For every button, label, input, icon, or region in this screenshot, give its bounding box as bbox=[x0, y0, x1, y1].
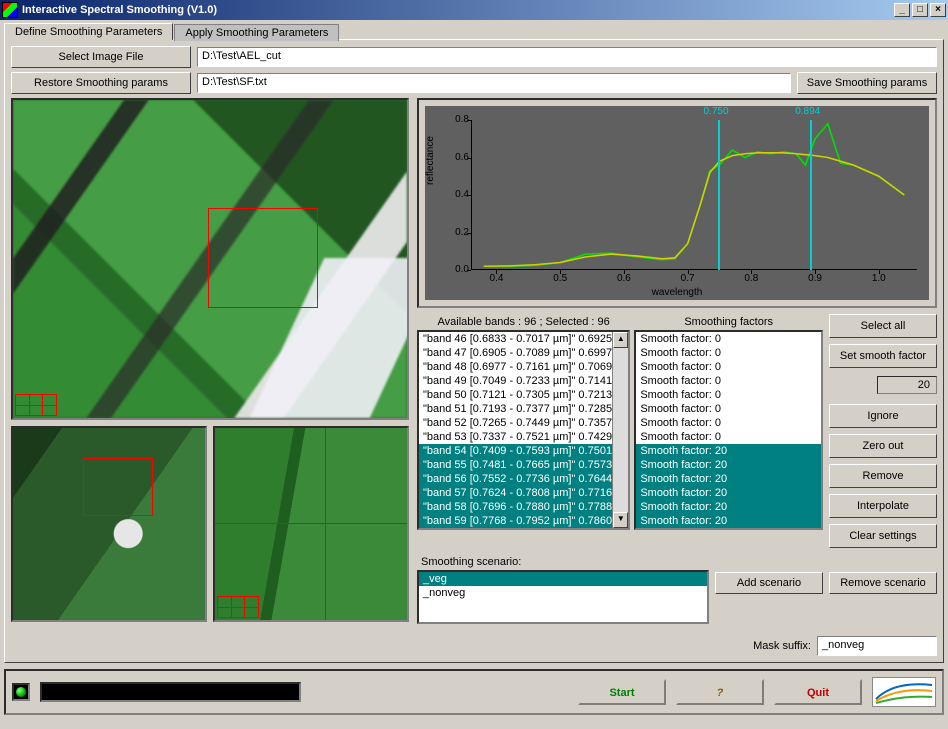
list-item[interactable]: Smooth factor: 20 bbox=[636, 486, 821, 500]
zoom-image bbox=[215, 428, 407, 620]
selection-box[interactable] bbox=[208, 208, 318, 308]
title-bar: Interactive Spectral Smoothing (V1.0) _ … bbox=[0, 0, 948, 20]
list-item[interactable]: "band 58 [0.7696 - 0.7880 µm]" 0.778800 bbox=[419, 500, 628, 514]
quit-button[interactable]: Quit bbox=[774, 679, 862, 705]
list-item[interactable]: Smooth factor: 0 bbox=[636, 430, 821, 444]
list-item[interactable]: Smooth factor: 0 bbox=[636, 402, 821, 416]
set-smooth-factor-button[interactable]: Set smooth factor bbox=[829, 344, 937, 368]
list-item[interactable]: _veg bbox=[419, 572, 707, 586]
progress-bar bbox=[40, 682, 301, 702]
overview-image bbox=[13, 428, 205, 620]
ignore-button[interactable]: Ignore bbox=[829, 404, 937, 428]
list-item[interactable]: "band 48 [0.6977 - 0.7161 µm]" 0.706900 bbox=[419, 360, 628, 374]
scenario-label: Smoothing scenario: bbox=[417, 554, 709, 570]
restore-params-button[interactable]: Restore Smoothing params bbox=[11, 72, 191, 94]
select-all-button[interactable]: Select all bbox=[829, 314, 937, 338]
list-item[interactable]: "band 50 [0.7121 - 0.7305 µm]" 0.721300 bbox=[419, 388, 628, 402]
params-path-field[interactable]: D:\Test\SF.txt bbox=[197, 73, 791, 93]
zoom-grid-icon bbox=[217, 596, 259, 618]
minimize-button[interactable]: _ bbox=[894, 3, 910, 17]
zero-out-button[interactable]: Zero out bbox=[829, 434, 937, 458]
bands-count-label: Available bands : 96 ; Selected : 96 bbox=[417, 314, 630, 330]
list-item[interactable]: "band 51 [0.7193 - 0.7377 µm]" 0.728500 bbox=[419, 402, 628, 416]
pixel-grid-icon bbox=[15, 394, 57, 416]
list-item[interactable]: Smooth factor: 0 bbox=[636, 346, 821, 360]
image-main[interactable] bbox=[11, 98, 409, 420]
app-icon bbox=[2, 2, 18, 18]
list-item[interactable]: Smooth factor: 20 bbox=[636, 514, 821, 528]
image-path-field[interactable]: D:\Test\AEL_cut bbox=[197, 47, 937, 67]
list-item[interactable]: "band 56 [0.7552 - 0.7736 µm]" 0.764400 bbox=[419, 472, 628, 486]
tab-panel: Select Image File D:\Test\AEL_cut Restor… bbox=[4, 39, 944, 663]
chart-marker-label: 0.750 bbox=[703, 106, 728, 117]
list-item[interactable]: Smooth factor: 0 bbox=[636, 388, 821, 402]
mask-suffix-input[interactable]: _nonveg bbox=[817, 636, 937, 656]
smooth-factors-label: Smoothing factors bbox=[634, 314, 823, 330]
image-overview[interactable] bbox=[11, 426, 207, 622]
save-params-button[interactable]: Save Smoothing params bbox=[797, 72, 937, 94]
chart-marker[interactable] bbox=[718, 120, 720, 270]
scenario-listbox[interactable]: _veg_nonveg bbox=[417, 570, 709, 624]
mask-suffix-label: Mask suffix: bbox=[753, 640, 811, 652]
list-item[interactable]: "band 47 [0.6905 - 0.7089 µm]" 0.699700 bbox=[419, 346, 628, 360]
list-item[interactable]: Smooth factor: 0 bbox=[636, 360, 821, 374]
list-item[interactable]: "band 52 [0.7265 - 0.7449 µm]" 0.735700 bbox=[419, 416, 628, 430]
image-zoom[interactable] bbox=[213, 426, 409, 622]
add-scenario-button[interactable]: Add scenario bbox=[715, 572, 823, 594]
list-item[interactable]: Smooth factor: 20 bbox=[636, 444, 821, 458]
tab-apply[interactable]: Apply Smoothing Parameters bbox=[174, 24, 339, 41]
tab-define[interactable]: Define Smoothing Parameters bbox=[4, 23, 173, 40]
scroll-up-icon[interactable]: ▲ bbox=[613, 332, 628, 348]
reflectance-chart[interactable]: reflectance wavelength 0.00.20.40.60.80.… bbox=[425, 106, 929, 300]
list-item[interactable]: "band 55 [0.7481 - 0.7665 µm]" 0.757300 bbox=[419, 458, 628, 472]
scroll-down-icon[interactable]: ▼ bbox=[613, 512, 628, 528]
list-item[interactable]: "band 57 [0.7624 - 0.7808 µm]" 0.771600 bbox=[419, 486, 628, 500]
interpolate-button[interactable]: Interpolate bbox=[829, 494, 937, 518]
crosshair-h bbox=[215, 523, 407, 524]
list-item[interactable]: "band 54 [0.7409 - 0.7593 µm]" 0.750100 bbox=[419, 444, 628, 458]
clear-settings-button[interactable]: Clear settings bbox=[829, 524, 937, 548]
footer-panel: Start ? Quit bbox=[4, 669, 944, 715]
list-item[interactable]: Smooth factor: 20 bbox=[636, 472, 821, 486]
list-item[interactable]: _nonveg bbox=[419, 586, 707, 600]
window-title: Interactive Spectral Smoothing (V1.0) bbox=[22, 4, 892, 16]
close-button[interactable]: × bbox=[930, 3, 946, 17]
list-item[interactable]: "band 53 [0.7337 - 0.7521 µm]" 0.742900 bbox=[419, 430, 628, 444]
start-button[interactable]: Start bbox=[578, 679, 666, 705]
status-led bbox=[12, 683, 30, 701]
smooth-factor-input[interactable]: 20 bbox=[877, 376, 937, 394]
list-item[interactable]: "band 59 [0.7768 - 0.7952 µm]" 0.786000 bbox=[419, 514, 628, 528]
list-item[interactable]: Smooth factor: 20 bbox=[636, 458, 821, 472]
logo-icon bbox=[872, 677, 936, 707]
chart-marker-label: 0.894 bbox=[795, 106, 820, 117]
smooth-factors-listbox[interactable]: Smooth factor: 0Smooth factor: 0Smooth f… bbox=[634, 330, 823, 530]
crosshair-v bbox=[325, 428, 326, 620]
remove-button[interactable]: Remove bbox=[829, 464, 937, 488]
chart-panel: reflectance wavelength 0.00.20.40.60.80.… bbox=[417, 98, 937, 308]
list-item[interactable]: Smooth factor: 20 bbox=[636, 500, 821, 514]
overview-selection[interactable] bbox=[83, 458, 153, 516]
select-image-button[interactable]: Select Image File bbox=[11, 46, 191, 68]
list-item[interactable]: Smooth factor: 0 bbox=[636, 416, 821, 430]
help-button[interactable]: ? bbox=[676, 679, 764, 705]
chart-marker[interactable] bbox=[810, 120, 812, 270]
remove-scenario-button[interactable]: Remove scenario bbox=[829, 572, 937, 594]
list-item[interactable]: Smooth factor: 0 bbox=[636, 374, 821, 388]
maximize-button[interactable]: □ bbox=[912, 3, 928, 17]
list-item[interactable]: "band 46 [0.6833 - 0.7017 µm]" 0.692500 bbox=[419, 332, 628, 346]
bands-listbox[interactable]: "band 46 [0.6833 - 0.7017 µm]" 0.692500"… bbox=[417, 330, 630, 530]
list-item[interactable]: "band 49 [0.7049 - 0.7233 µm]" 0.714100 bbox=[419, 374, 628, 388]
list-item[interactable]: Smooth factor: 0 bbox=[636, 332, 821, 346]
bands-scrollbar[interactable]: ▲ ▼ bbox=[612, 332, 628, 528]
